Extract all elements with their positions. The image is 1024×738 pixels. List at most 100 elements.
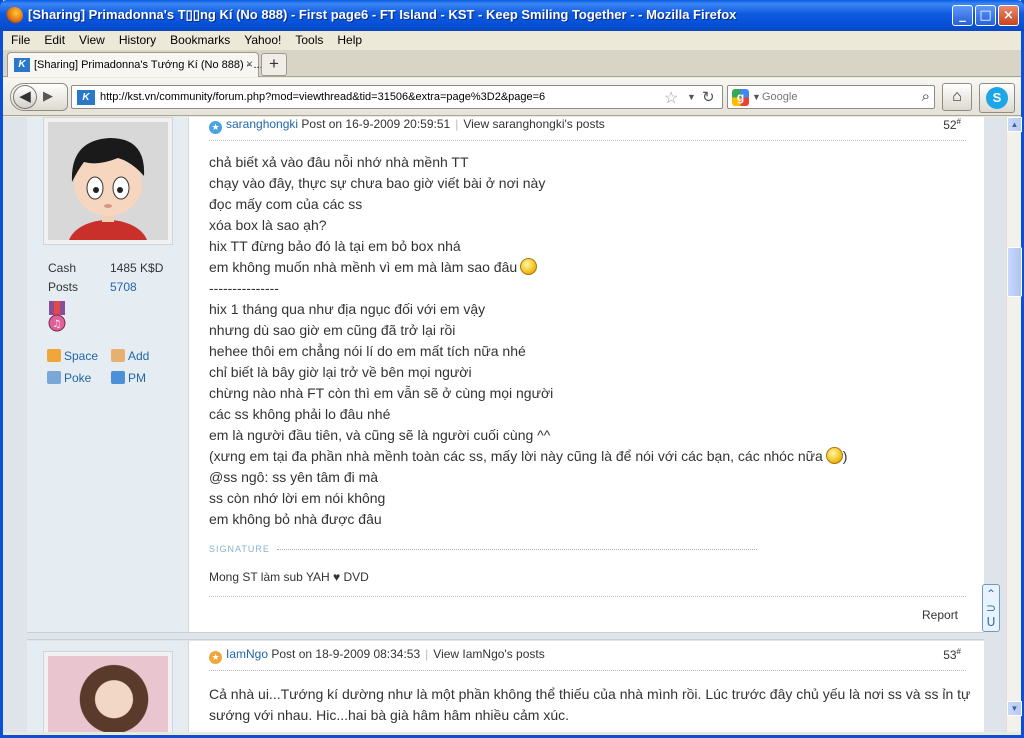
browser-window: [Sharing] Primadonna's T▯▯ng Kí (No 888)… <box>0 0 1024 738</box>
back-button[interactable]: ◀ <box>13 85 37 109</box>
message-line: hix 1 tháng qua như địa ngục đối với em … <box>209 301 486 317</box>
reload-icon[interactable]: ↻ <box>702 88 715 106</box>
menu-history[interactable]: History <box>111 31 162 47</box>
tab-strip: K [Sharing] Primadonna's Tướng Kí (No 88… <box>3 50 1021 77</box>
message-line: em không bỏ nhà được đâu <box>209 511 382 527</box>
tongue-emoticon-icon <box>825 447 843 464</box>
report-link[interactable]: Report <box>922 608 958 622</box>
message-line: hix TT đừng bảo đó là tại em bỏ box nhá <box>209 238 461 254</box>
skype-button[interactable]: S <box>979 83 1015 113</box>
search-input[interactable] <box>762 89 902 105</box>
cash-label: Cash <box>48 261 77 275</box>
close-button[interactable]: × <box>998 5 1019 26</box>
post-header: ★ saranghongki Post on 16-9-2009 20:59:51… <box>209 117 966 141</box>
cash-value: 1485 K$D <box>110 261 164 275</box>
maximize-button[interactable]: □ <box>975 5 996 26</box>
menu-bar: File Edit View History Bookmarks Yahoo! Tools H… <box>3 31 1021 50</box>
avatar[interactable] <box>43 117 173 245</box>
tab-label: [Sharing] Primadonna's Tướng Kí (No 888)… <box>34 59 263 71</box>
space-link[interactable]: Space <box>47 349 98 363</box>
post-separator <box>27 632 984 640</box>
signature-text: Mong ST làm sub YAH ♥ DVD <box>209 570 369 584</box>
message-line-with-emoticon: em không muốn nhà mềnh vì em mà làm sao … <box>209 257 847 278</box>
firefox-icon <box>6 7 23 24</box>
post-date: Post on 16-9-2009 20:59:51 <box>301 117 451 131</box>
post-number[interactable]: 52# <box>943 117 961 132</box>
bookmark-star-icon[interactable]: ☆ <box>664 88 678 108</box>
message-line-with-emoticon: (xưng em tại đa phần nhà mềnh toàn các s… <box>209 446 847 467</box>
author-link[interactable]: IamNgo <box>226 647 268 661</box>
message-line: nhưng dù sao giờ em cũng đã trở lại rồi <box>209 322 456 338</box>
message-line: đọc mấy com của các ss <box>209 196 363 212</box>
search-icon[interactable]: ⌕ <box>922 88 930 105</box>
title-bar: [Sharing] Primadonna's T▯▯ng Kí (No 888)… <box>0 0 1024 31</box>
scroll-down-button[interactable]: ▼ <box>1007 701 1022 716</box>
post-header: ★ IamNgo Post on 18-9-2009 08:34:53 | View … <box>209 647 966 671</box>
svg-text:♫: ♫ <box>53 319 62 330</box>
menu-file[interactable]: File <box>3 31 36 47</box>
search-bar[interactable]: g ▼ ⌕ <box>727 85 935 109</box>
vertical-scrollbar[interactable]: ▲ ▼ <box>1006 117 1022 732</box>
home-button[interactable]: ⌂ <box>942 83 972 111</box>
post-number[interactable]: 53# <box>943 647 961 662</box>
google-icon[interactable]: g <box>732 89 749 106</box>
scroll-thumb[interactable] <box>1007 247 1022 297</box>
post-message: Cả nhà ui...Tướng kí dường như là một ph… <box>209 684 970 726</box>
url-text[interactable]: http://kst.vn/community/forum.php?mod=vi… <box>100 91 545 103</box>
author-link[interactable]: saranghongki <box>226 117 298 131</box>
view-posts-link[interactable]: View IamNgo's posts <box>433 647 544 661</box>
view-posts-link[interactable]: View saranghongki's posts <box>463 117 605 131</box>
message-line: ss còn nhớ lời em nói không <box>209 490 386 506</box>
tab-active[interactable]: K [Sharing] Primadonna's Tướng Kí (No 88… <box>7 52 263 77</box>
post-date: Post on 18-9-2009 08:34:53 <box>271 647 421 661</box>
site-favicon: K <box>77 90 95 105</box>
posts-label: Posts <box>48 280 79 294</box>
post-52: Cash 1485 K$D Posts 5708 ♫ Space Add Poke … <box>27 117 984 632</box>
sad-emoticon-icon <box>520 258 538 275</box>
post-number-value: 52 <box>943 118 957 132</box>
scroll-up-button[interactable]: ▲ <box>1007 117 1022 132</box>
minimize-button[interactable]: _ <box>952 5 973 26</box>
add-friend-link[interactable]: Add <box>111 349 149 363</box>
post-number-value: 53 <box>943 648 957 662</box>
search-engine-dropdown-icon[interactable]: ▼ <box>752 92 761 102</box>
posts-count-link[interactable]: 5708 <box>110 280 137 294</box>
poke-link[interactable]: Poke <box>47 371 91 385</box>
tab-close-icon[interactable]: × <box>246 57 253 71</box>
envelope-icon <box>111 371 125 384</box>
avatar[interactable] <box>43 651 173 732</box>
menu-bookmarks[interactable]: Bookmarks <box>162 31 236 47</box>
post-author-sidebar: Cash 1485 K$D Posts 5708 ♫ Space Add Poke … <box>27 117 189 632</box>
message-line: chả biết xả vào đâu nỗi nhớ nhà mềnh TT <box>209 154 469 170</box>
message-line: sướng với nhau. Hic...hai bà già hâm hâm… <box>209 707 570 723</box>
online-status-icon: ★ <box>209 651 222 664</box>
add-label: Add <box>128 349 150 363</box>
new-tab-button[interactable]: + <box>261 53 287 76</box>
message-line: @ss ngô: ss yên tâm đi mà <box>209 469 379 485</box>
message-line: các ss không phải lo đâu nhé <box>209 406 391 422</box>
handshake-icon <box>111 349 125 362</box>
signature-divider <box>277 549 757 550</box>
poke-icon <box>47 371 61 384</box>
navigation-toolbar: ◀ ▶ K http://kst.vn/community/forum.php?… <box>3 78 1021 116</box>
menu-edit[interactable]: Edit <box>36 31 71 47</box>
scroll-top-button[interactable]: ⌃ ⊃ ᑌ <box>982 584 1000 632</box>
menu-view[interactable]: View <box>71 31 111 47</box>
menu-yahoo[interactable]: Yahoo! <box>236 31 287 47</box>
menu-help[interactable]: Help <box>329 31 368 47</box>
online-status-icon: ★ <box>209 121 222 134</box>
post-footer-divider <box>209 596 966 597</box>
message-line: Cả nhà ui...Tướng kí dường như là một ph… <box>209 686 971 702</box>
url-dropdown-icon[interactable]: ▼ <box>687 92 696 102</box>
back-forward-group: ◀ ▶ <box>10 83 68 111</box>
message-line: chạy vào đây, thực sự chưa bao giờ viết … <box>209 175 546 191</box>
pm-link[interactable]: PM <box>111 371 146 385</box>
message-line: --------------- <box>209 280 279 296</box>
window-title: [Sharing] Primadonna's T▯▯ng Kí (No 888)… <box>28 7 737 22</box>
pm-label: PM <box>128 371 146 385</box>
forward-button[interactable]: ▶ <box>43 88 53 104</box>
menu-tools[interactable]: Tools <box>287 31 329 47</box>
space-label: Space <box>64 349 99 363</box>
url-bar[interactable]: K http://kst.vn/community/forum.php?mod=… <box>71 85 723 109</box>
site-favicon: K <box>14 58 30 72</box>
